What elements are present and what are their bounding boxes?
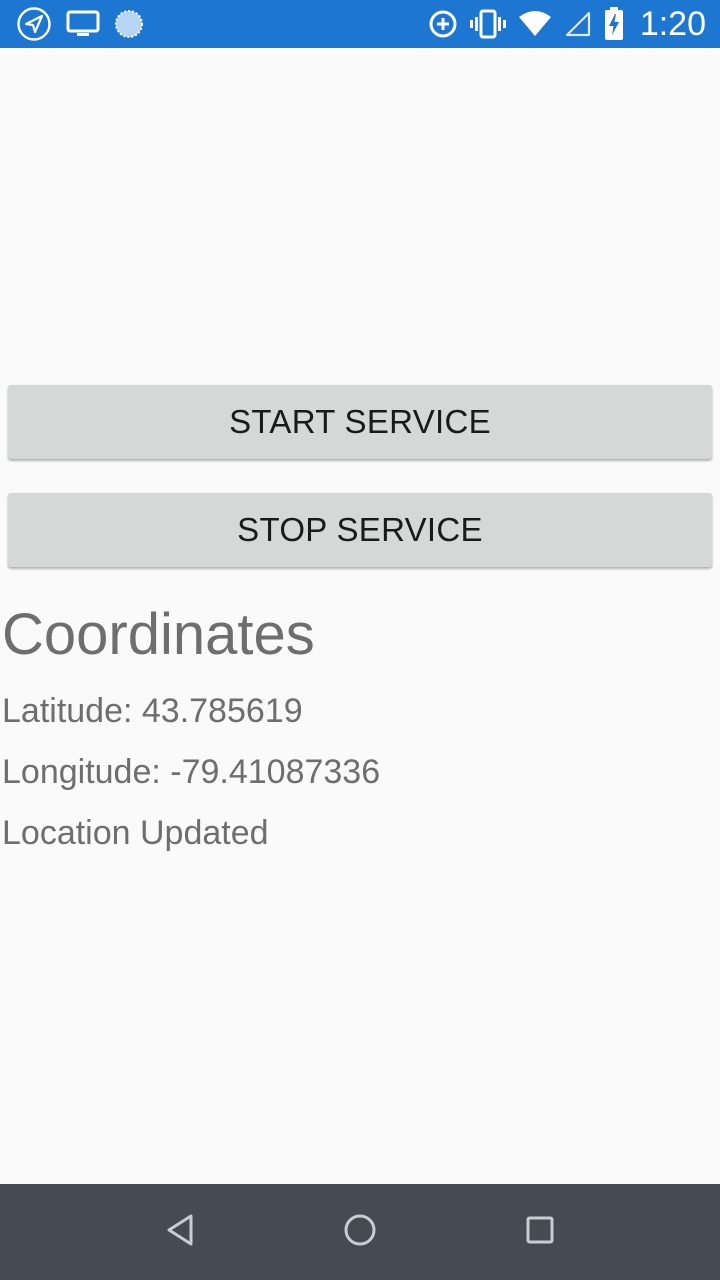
back-icon xyxy=(165,1213,195,1252)
home-icon xyxy=(343,1213,377,1252)
battery-charging-icon xyxy=(604,7,624,41)
home-button[interactable] xyxy=(300,1184,420,1280)
status-bar: 1:20 xyxy=(0,0,720,48)
start-service-button[interactable]: START SERVICE xyxy=(8,385,712,459)
coordinates-heading: Coordinates xyxy=(2,602,315,667)
signal-icon xyxy=(564,10,592,38)
back-button[interactable] xyxy=(120,1184,240,1280)
navigation-bar xyxy=(0,1184,720,1280)
data-saver-icon xyxy=(428,9,458,39)
status-bar-right: 1:20 xyxy=(428,0,706,48)
location-status-text: Location Updated xyxy=(2,814,269,852)
status-bar-left xyxy=(16,6,144,42)
wifi-icon xyxy=(518,10,552,38)
latitude-text: Latitude: 43.785619 xyxy=(2,692,303,730)
recents-icon xyxy=(525,1215,555,1250)
stop-service-button[interactable]: STOP SERVICE xyxy=(8,493,712,567)
recents-button[interactable] xyxy=(480,1184,600,1280)
clock-time: 1:20 xyxy=(639,5,706,43)
navigation-icon xyxy=(16,6,52,42)
cast-screen-icon xyxy=(66,9,100,39)
vibrate-icon xyxy=(469,9,506,39)
longitude-text: Longitude: -79.41087336 xyxy=(2,753,381,791)
sync-circle-icon xyxy=(114,9,144,39)
